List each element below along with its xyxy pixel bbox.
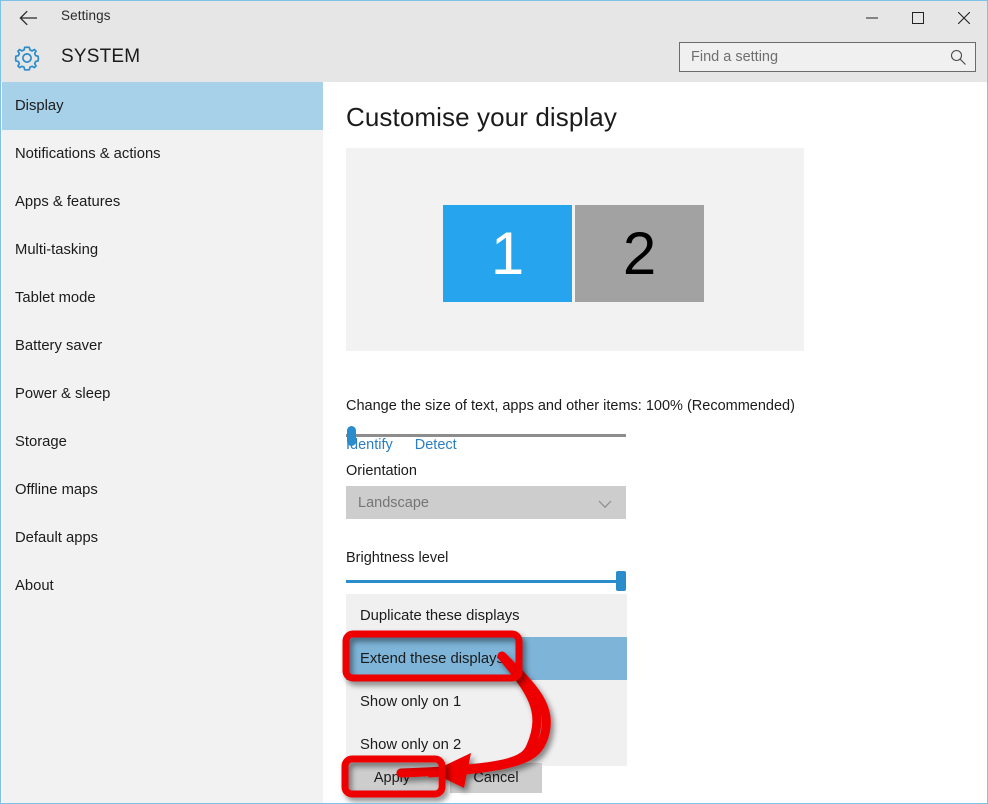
monitor-number: 2 [623, 224, 656, 284]
brightness-label: Brightness level [346, 550, 448, 566]
sidebar-item-label: Multi-tasking [15, 242, 98, 258]
main-content: Customise your display 1 2 Identify Dete… [323, 82, 987, 804]
sidebar-item-apps-features[interactable]: Apps & features [2, 178, 323, 226]
sidebar-item-label: Apps & features [15, 194, 120, 210]
gear-icon [11, 42, 43, 74]
action-buttons: Apply Cancel [346, 763, 542, 793]
sidebar-item-storage[interactable]: Storage [2, 418, 323, 466]
brightness-slider-thumb[interactable] [616, 571, 626, 591]
settings-window: Settings [0, 0, 988, 804]
sidebar-item-display[interactable]: Display [2, 82, 323, 130]
monitor-number: 1 [491, 224, 524, 284]
dropdown-option-show-only-1[interactable]: Show only on 1 [346, 680, 627, 723]
sidebar-item-label: Storage [15, 434, 67, 450]
cancel-button[interactable]: Cancel [450, 763, 542, 793]
back-button[interactable] [9, 3, 49, 33]
sidebar-item-label: Display [15, 98, 64, 114]
dropdown-option-show-only-2[interactable]: Show only on 2 [346, 723, 627, 766]
sidebar-item-power-sleep[interactable]: Power & sleep [2, 370, 323, 418]
dropdown-option-label: Show only on 1 [360, 694, 461, 710]
scale-slider-track[interactable] [346, 434, 626, 437]
orientation-select[interactable]: Landscape [346, 486, 626, 519]
sidebar-item-label: Battery saver [15, 338, 102, 354]
sidebar-item-label: Default apps [15, 530, 98, 546]
scale-slider[interactable] [346, 426, 626, 446]
dropdown-option-duplicate[interactable]: Duplicate these displays [346, 594, 627, 637]
chevron-down-icon [598, 497, 612, 513]
sidebar-item-label: Tablet mode [15, 290, 96, 306]
monitor-1[interactable]: 1 [443, 205, 572, 302]
brightness-slider[interactable] [346, 571, 627, 591]
sidebar-item-label: Notifications & actions [15, 146, 161, 162]
dropdown-option-label: Show only on 2 [360, 737, 461, 753]
brightness-slider-fill[interactable] [346, 580, 621, 583]
multiple-displays-dropdown-list[interactable]: Duplicate these displays Extend these di… [346, 594, 627, 766]
title-bar: Settings [1, 1, 987, 34]
sidebar-item-label: Power & sleep [15, 386, 110, 402]
minimize-button[interactable] [849, 1, 895, 34]
scale-label: Change the size of text, apps and other … [346, 398, 795, 414]
sidebar-item-offline-maps[interactable]: Offline maps [2, 466, 323, 514]
search-box[interactable] [679, 42, 976, 72]
dropdown-option-label: Duplicate these displays [360, 608, 520, 624]
orientation-selected-value: Landscape [358, 495, 429, 511]
maximize-button[interactable] [895, 1, 941, 34]
system-header: SYSTEM [1, 34, 987, 82]
monitor-2[interactable]: 2 [575, 205, 704, 302]
sidebar-item-label: About [15, 578, 54, 594]
window-title: Settings [61, 8, 111, 23]
search-input[interactable] [680, 43, 942, 71]
sidebar-item-tablet-mode[interactable]: Tablet mode [2, 274, 323, 322]
page-category-title: SYSTEM [61, 46, 140, 68]
dropdown-option-label: Extend these displays [360, 651, 504, 667]
scale-slider-thumb[interactable] [347, 426, 356, 446]
sidebar-item-battery-saver[interactable]: Battery saver [2, 322, 323, 370]
page-title: Customise your display [346, 102, 617, 133]
sidebar-item-default-apps[interactable]: Default apps [2, 514, 323, 562]
apply-button[interactable]: Apply [346, 763, 438, 793]
orientation-label: Orientation [346, 463, 417, 479]
dropdown-option-extend[interactable]: Extend these displays [346, 637, 627, 680]
close-button[interactable] [941, 1, 987, 34]
display-arrangement-preview[interactable]: 1 2 [346, 148, 804, 351]
sidebar-item-notifications-actions[interactable]: Notifications & actions [2, 130, 323, 178]
window-controls [849, 1, 987, 34]
sidebar-item-multi-tasking[interactable]: Multi-tasking [2, 226, 323, 274]
sidebar-item-about[interactable]: About [2, 562, 323, 610]
sidebar-item-label: Offline maps [15, 482, 98, 498]
search-icon[interactable] [949, 48, 967, 66]
sidebar-nav: Display Notifications & actions Apps & f… [2, 82, 323, 804]
